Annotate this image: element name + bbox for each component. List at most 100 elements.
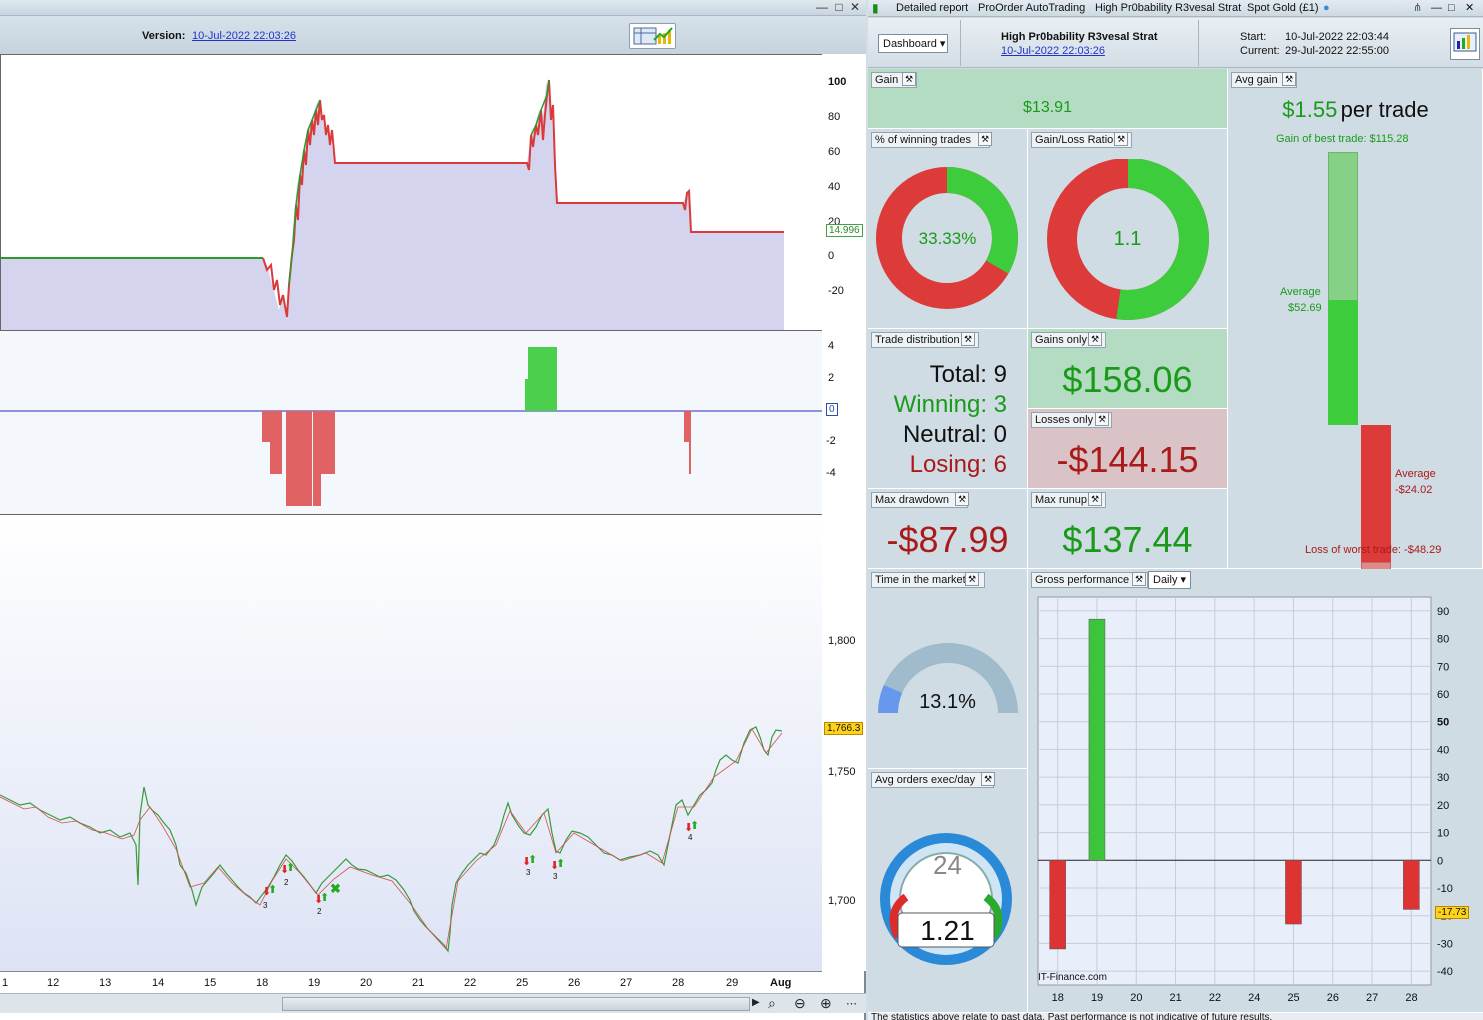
price-y-axis: 1,800 1,750 1,700 1,766.3 <box>822 514 866 971</box>
close-button[interactable]: ✕ <box>847 0 863 14</box>
x-tick-label: 22 <box>1209 992 1221 1004</box>
equity-ytick: -20 <box>828 285 844 297</box>
trade-mark-label: 3 <box>526 868 531 877</box>
version-label: Version: <box>142 30 186 42</box>
version-date-link[interactable]: 10-Jul-2022 22:03:26 <box>192 30 296 42</box>
equity-current-tag: 14.996 <box>826 224 863 237</box>
price-current-tag: 1,766.3 <box>824 722 864 735</box>
svg-text:⬆: ⬆ <box>268 884 277 896</box>
wrench-icon[interactable]: ⚒ <box>902 72 916 86</box>
wrench-icon[interactable]: ⚒ <box>1088 492 1102 506</box>
gross-perf-current-tag: -17.73 <box>1435 906 1470 919</box>
x-tick-label: 18 <box>1052 992 1064 1004</box>
positions-y-axis: 4 2 0 -2 -4 <box>822 330 866 514</box>
tab-strategy[interactable]: High Pr0bability R3vesal Strat <box>1095 1 1241 16</box>
y-tick-label: 50 <box>1437 717 1449 729</box>
trade-mark-label: 3 <box>263 901 268 910</box>
max-drawdown-title: Max drawdown <box>871 492 968 508</box>
equity-ytick: 80 <box>828 111 841 123</box>
avg-negative-value: -$24.02 <box>1395 484 1433 496</box>
losing-trades: Losing: 6 <box>909 451 1007 478</box>
wrench-icon[interactable]: ⚒ <box>1282 72 1296 86</box>
tab-proorder[interactable]: ProOrder AutoTrading <box>978 1 1085 16</box>
x-label: 21 <box>412 977 425 989</box>
scroll-thumb[interactable] <box>282 997 750 1011</box>
avg-gain-value: $1.55 <box>1282 97 1338 122</box>
trade-markers: ⬇ ⬆ ⬇ ⬆ ⬇ ⬆ ✖ ⬇ ⬆ ⬇ ⬆ ⬇ ⬆ <box>262 820 699 906</box>
x-label: 22 <box>464 977 477 989</box>
dashboard-dropdown[interactable]: Dashboard ▾ <box>878 34 948 53</box>
wrench-icon[interactable]: ⚒ <box>1088 332 1102 346</box>
horizontal-scrollbar[interactable]: ▶ ⌕ ⊖ ⊕ ⋯ <box>0 993 866 1013</box>
scroll-right-icon[interactable]: ▶ <box>752 997 760 1008</box>
max-drawdown-card: Max drawdown ⚒ -$87.99 <box>868 489 1028 569</box>
wrench-icon[interactable]: ⚒ <box>1114 132 1128 146</box>
positions-panel[interactable] <box>0 330 822 514</box>
maximize-button[interactable]: □ <box>831 0 847 14</box>
x-tick-label: 25 <box>1287 992 1299 1004</box>
wrench-icon[interactable]: ⚒ <box>1132 572 1146 586</box>
average-gain-bar <box>1328 300 1358 425</box>
strategy-date-link[interactable]: 10-Jul-2022 22:03:26 <box>1001 45 1105 57</box>
x-tick-label: 26 <box>1327 992 1339 1004</box>
win-pct-title: % of winning trades <box>871 132 990 148</box>
wrench-icon[interactable]: ⚒ <box>965 572 979 586</box>
x-label: 27 <box>620 977 633 989</box>
avg-gain-suffix: per trade <box>1340 97 1429 122</box>
report-icon-button[interactable] <box>629 23 676 49</box>
price-ytick: 1,750 <box>828 766 856 778</box>
price-panel[interactable]: ⬇ ⬆ ⬇ ⬆ ⬇ ⬆ ✖ ⬇ ⬆ ⬇ ⬆ ⬇ ⬆ 3 2 2 3 3 4 <box>0 514 822 971</box>
x-tick-label: 19 <box>1091 992 1103 1004</box>
svg-text:⬆: ⬆ <box>690 820 699 832</box>
minimize-button[interactable]: — <box>814 0 830 14</box>
chat-bubble-icon[interactable]: ● <box>1323 1 1330 16</box>
export-report-icon[interactable] <box>1450 28 1480 60</box>
wrench-icon[interactable]: ⚒ <box>961 332 975 346</box>
tab-instrument[interactable]: Spot Gold (£1) <box>1247 1 1319 16</box>
gains-only-value: $158.06 <box>1062 359 1193 400</box>
maximize-button[interactable]: □ <box>1448 1 1455 16</box>
y-tick-label: -30 <box>1437 938 1453 950</box>
x-label: 18 <box>256 977 269 989</box>
version-bar: Version: 10-Jul-2022 22:03:26 <box>0 16 866 54</box>
equity-curve <box>1 79 784 331</box>
wrench-icon[interactable]: ⚒ <box>978 132 992 146</box>
equity-y-axis: 100 80 60 40 20 0 -20 14.996 <box>822 54 866 330</box>
time-market-value: 13.1% <box>919 691 976 713</box>
date-x-axis: 1 12 13 14 15 18 19 20 21 22 25 26 27 28… <box>0 971 822 993</box>
zoom-fit-icon[interactable]: ⌕ <box>768 995 776 1012</box>
tab-detailed-report[interactable]: Detailed report <box>896 1 968 16</box>
avg-orders-title: Avg orders exec/day <box>871 772 995 788</box>
more-options-icon[interactable]: ⋯ <box>846 997 857 1010</box>
gross-perf-title: Gross performance <box>1031 572 1149 588</box>
average-loss-bar <box>1361 425 1391 562</box>
x-label: 25 <box>516 977 529 989</box>
minimize-button[interactable]: — <box>1431 1 1442 16</box>
clock-hours: 24 <box>933 850 962 880</box>
bar <box>1049 860 1066 950</box>
equity-ytick: 100 <box>828 76 847 88</box>
equity-panel[interactable] <box>0 54 822 331</box>
zoom-in-icon[interactable]: ⊕ <box>820 995 832 1012</box>
period-dropdown[interactable]: Daily ▾ <box>1148 571 1192 589</box>
positions-ytick: 2 <box>828 372 835 384</box>
left-window-titlebar: — □ ✕ <box>0 0 866 16</box>
wrench-icon[interactable]: ⚒ <box>955 492 969 506</box>
close-button[interactable]: ✕ <box>1465 1 1474 16</box>
wrench-icon[interactable]: ⚒ <box>981 772 995 786</box>
gross-perf-chart[interactable]: 9080706050403020100-10-20-30-40181920212… <box>1028 591 1483 1011</box>
wrench-icon[interactable]: ⚒ <box>1095 412 1109 426</box>
winning-trades: Winning: 3 <box>893 391 1007 418</box>
svg-text:⬆: ⬆ <box>286 862 295 874</box>
price-candles: ⬇ ⬆ ⬇ ⬆ ⬇ ⬆ ✖ ⬇ ⬆ ⬇ ⬆ ⬇ ⬆ <box>0 726 783 953</box>
zoom-out-icon[interactable]: ⊖ <box>794 995 806 1012</box>
gains-only-card: Gains only ⚒ $158.06 <box>1028 329 1228 409</box>
detailed-report-window: ▮ Detailed report ProOrder AutoTrading H… <box>868 0 1483 1020</box>
trade-mark-label: 2 <box>284 878 289 887</box>
start-label: Start: <box>1240 31 1267 43</box>
share-icon[interactable]: ⋔ <box>1413 1 1422 16</box>
positions-ytick: -2 <box>826 435 836 447</box>
avg-negative-label: Average <box>1395 468 1436 480</box>
report-chart-icon <box>633 27 673 45</box>
win-pct-value: 33.33% <box>918 229 977 248</box>
